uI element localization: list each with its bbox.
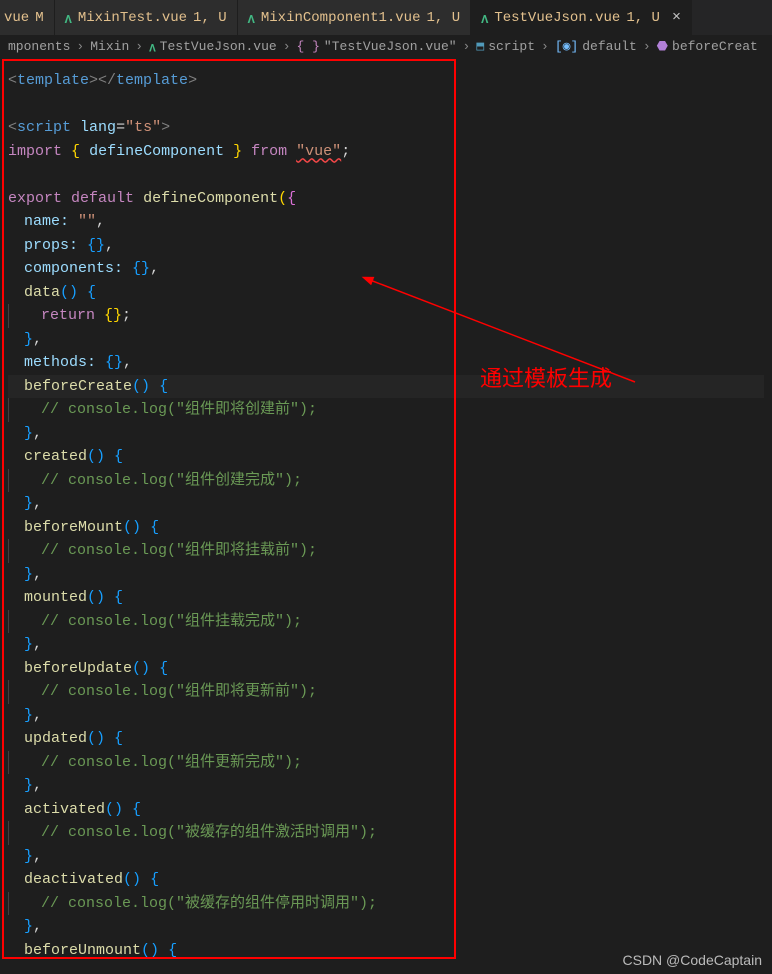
comment: // console.log("组件更新完成");: [41, 754, 302, 771]
braces-icon: { }: [297, 39, 320, 54]
tab-mixincomponent1[interactable]: V MixinComponent1.vue 1, U: [238, 0, 471, 35]
close-icon[interactable]: ×: [672, 9, 681, 26]
tab-partial[interactable]: vue M: [0, 0, 55, 35]
kw-return: return: [41, 307, 95, 324]
breadcrumb-item[interactable]: Mixin: [90, 39, 129, 54]
comment: // console.log("组件即将创建前");: [41, 401, 317, 418]
vue-icon: V: [65, 11, 72, 25]
vue-icon: V: [248, 11, 255, 25]
breadcrumb-item[interactable]: beforeCreat: [672, 39, 758, 54]
tab-status: M: [35, 10, 43, 26]
tab-label: MixinComponent1.vue: [261, 10, 421, 26]
fn-mounted: mounted: [24, 589, 87, 606]
kw-from: from: [251, 143, 287, 160]
comment: // console.log("被缓存的组件激活时调用");: [41, 824, 377, 841]
fn-defineComponent: defineComponent: [143, 190, 278, 207]
fn-deactivated: deactivated: [24, 871, 123, 888]
chevron-right-icon: ›: [135, 39, 143, 54]
annotation-text: 通过模板生成: [480, 367, 612, 391]
fn-beforeUpdate: beforeUpdate: [24, 660, 132, 677]
comment: // console.log("组件挂载完成");: [41, 613, 302, 630]
val-ts: "ts": [125, 119, 161, 136]
tab-label: vue: [4, 10, 29, 26]
tab-label: MixinTest.vue: [78, 10, 187, 26]
fn-beforeUnmount: beforeUnmount: [24, 942, 141, 959]
tab-testvuejson[interactable]: V TestVueJson.vue 1, U ×: [471, 0, 692, 35]
chevron-right-icon: ›: [643, 39, 651, 54]
code-editor[interactable]: 通过模板生成 <<template>template></template> <…: [0, 57, 772, 974]
fn-beforeCreate: beforeCreate: [24, 378, 132, 395]
fn-data: data: [24, 284, 60, 301]
variable-icon: [◉]: [555, 39, 578, 54]
vue-icon: V: [149, 40, 156, 52]
kw-import: import: [8, 143, 62, 160]
chevron-right-icon: ›: [283, 39, 291, 54]
str-vue: "vue": [296, 143, 341, 160]
fn-activated: activated: [24, 801, 105, 818]
id-defineComponent: defineComponent: [89, 143, 224, 160]
comment: // console.log("被缓存的组件停用时调用");: [41, 895, 377, 912]
tab-bar: vue M V MixinTest.vue 1, U V MixinCompon…: [0, 0, 772, 35]
kw-export: export: [8, 190, 62, 207]
fn-updated: updated: [24, 730, 87, 747]
tab-mixintest[interactable]: V MixinTest.vue 1, U: [55, 0, 238, 35]
key-name: name:: [24, 213, 69, 230]
chevron-right-icon: ›: [76, 39, 84, 54]
tab-status: 1, U: [427, 10, 461, 26]
method-icon: ⬣: [657, 39, 668, 54]
chevron-right-icon: ›: [463, 39, 471, 54]
breadcrumb-item[interactable]: TestVueJson.vue: [160, 39, 277, 54]
key-props: props:: [24, 237, 78, 254]
breadcrumb[interactable]: mponents › Mixin › V TestVueJson.vue › {…: [0, 35, 772, 57]
val-name: "": [78, 213, 96, 230]
tab-status: 1, U: [626, 10, 660, 26]
tab-label: TestVueJson.vue: [494, 10, 620, 26]
breadcrumb-item[interactable]: mponents: [8, 39, 70, 54]
comment: // console.log("组件即将更新前");: [41, 683, 317, 700]
fn-created: created: [24, 448, 87, 465]
breadcrumb-item[interactable]: "TestVueJson.vue": [324, 39, 457, 54]
comment: // console.log("组件即将挂载前");: [41, 542, 317, 559]
kw-default: default: [71, 190, 134, 207]
breadcrumb-item[interactable]: script: [488, 39, 535, 54]
vue-icon: V: [481, 11, 488, 25]
breadcrumb-item[interactable]: default: [582, 39, 637, 54]
tab-status: 1, U: [193, 10, 227, 26]
watermark: CSDN @CodeCaptain: [623, 952, 763, 968]
fn-beforeMount: beforeMount: [24, 519, 123, 536]
comment: // console.log("组件创建完成");: [41, 472, 302, 489]
attr-lang: lang: [80, 119, 116, 136]
chevron-right-icon: ›: [541, 39, 549, 54]
key-components: components:: [24, 260, 123, 277]
script-icon: ⬒: [476, 39, 484, 54]
key-methods: methods:: [24, 354, 96, 371]
